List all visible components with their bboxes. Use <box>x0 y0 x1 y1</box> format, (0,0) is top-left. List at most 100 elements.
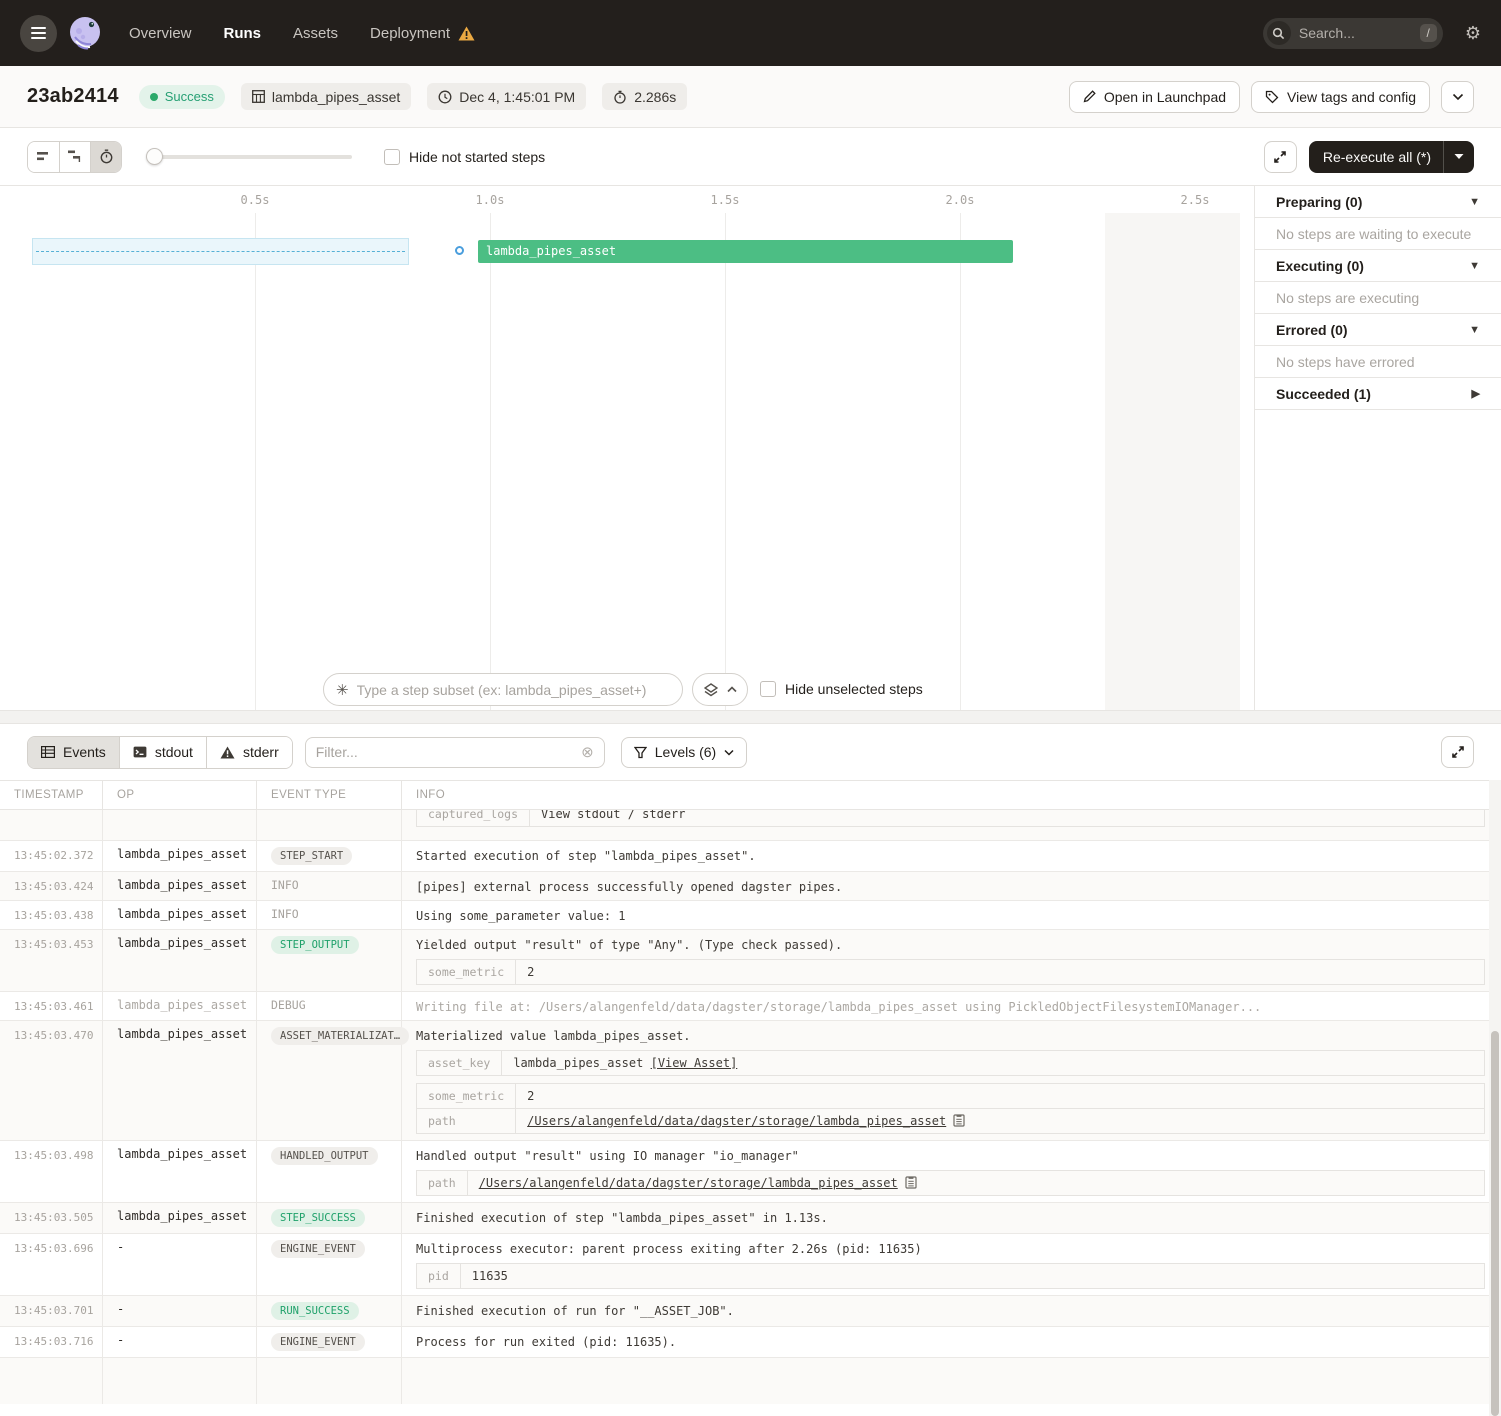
tab-events[interactable]: Events <box>28 737 119 768</box>
copy-icon[interactable] <box>953 1114 965 1127</box>
view-timed-icon[interactable] <box>90 142 121 172</box>
gantt-zoom-slider[interactable] <box>146 148 352 166</box>
timer-icon <box>613 90 627 104</box>
event-info-text: Writing file at: /Users/alangenfeld/data… <box>416 998 1489 1014</box>
axis-tick-label: 2.0s <box>946 193 975 207</box>
log-scrollbar-thumb[interactable] <box>1491 1031 1499 1416</box>
event-info-text: Using some_parameter value: 1 <box>416 907 1489 923</box>
settings-gear-icon[interactable]: ⚙ <box>1465 24 1481 42</box>
metadata-value: /Users/alangenfeld/data/dagster/storage/… <box>468 1171 1484 1195</box>
view-tags-config-button[interactable]: View tags and config <box>1251 81 1430 113</box>
tab-stdout[interactable]: stdout <box>119 737 206 768</box>
step-status-sidebar: Preparing (0)▼No steps are waiting to ex… <box>1254 186 1501 710</box>
event-log-table: TIMESTAMPOPEVENT TYPEINFO captured_logsV… <box>0 780 1501 1416</box>
event-type-badge: STEP_START <box>271 847 352 865</box>
panel-resize-handle[interactable] <box>0 710 1501 724</box>
event-row[interactable]: 13:45:03.505lambda_pipes_assetSTEP_SUCCE… <box>0 1203 1501 1234</box>
menu-button[interactable] <box>20 15 57 52</box>
event-info-text: Handled output "result" using IO manager… <box>416 1147 1489 1163</box>
job-name-chip[interactable]: lambda_pipes_asset <box>241 83 411 110</box>
log-filter-wrap: ⊗ <box>305 737 605 768</box>
metadata-label: asset_key <box>417 1051 502 1075</box>
event-op <box>103 810 257 840</box>
axis-tick-label: 1.5s <box>711 193 740 207</box>
event-timestamp: 13:45:03.505 <box>0 1203 103 1233</box>
dagster-logo-icon[interactable] <box>65 13 105 53</box>
header-more-actions-button[interactable] <box>1441 81 1474 113</box>
event-info-text: Finished execution of step "lambda_pipes… <box>416 1209 1489 1225</box>
view-waterfall-icon[interactable] <box>59 142 90 172</box>
event-info-cell: captured_logsView stdout / stderr <box>402 810 1501 840</box>
hide-unselected-checkbox[interactable]: Hide unselected steps <box>760 681 923 697</box>
open-in-launchpad-button[interactable]: Open in Launchpad <box>1069 81 1240 113</box>
event-row[interactable]: 13:45:03.696-ENGINE_EVENTMultiprocess ex… <box>0 1234 1501 1296</box>
axis-tick-label: 1.0s <box>476 193 505 207</box>
gantt-waiting-region <box>32 238 409 265</box>
event-info-cell: Yielded output "result" of type "Any". (… <box>402 930 1501 991</box>
event-row[interactable]: 13:45:03.470lambda_pipes_assetASSET_MATE… <box>0 1021 1501 1141</box>
event-op: lambda_pipes_asset <box>103 930 257 991</box>
event-timestamp: 13:45:02.372 <box>0 841 103 871</box>
event-row[interactable]: 13:45:03.701-RUN_SUCCESSFinished executi… <box>0 1296 1501 1327</box>
slider-knob[interactable] <box>146 148 163 165</box>
copy-icon[interactable] <box>905 1176 917 1189</box>
sidebar-section-executing[interactable]: Executing (0)▼ <box>1255 250 1501 282</box>
nav-link-overview[interactable]: Overview <box>129 25 192 42</box>
sidebar-section-errored[interactable]: Errored (0)▼ <box>1255 314 1501 346</box>
nav-link-assets[interactable]: Assets <box>293 25 338 42</box>
column-header-info: INFO <box>402 781 1501 809</box>
event-row[interactable]: 13:45:03.438lambda_pipes_assetINFO Using … <box>0 901 1501 930</box>
search-shortcut-key: / <box>1420 24 1437 42</box>
search-input[interactable]: Search... / <box>1263 18 1443 49</box>
log-filter-input[interactable] <box>316 744 581 760</box>
event-info-text: Process for run exited (pid: 11635). <box>416 1333 1489 1349</box>
metadata-row: captured_logsView stdout / stderr <box>417 810 1484 826</box>
nav-link-deployment[interactable]: Deployment <box>370 25 475 42</box>
event-row[interactable]: 13:45:03.716-ENGINE_EVENTProcess for run… <box>0 1327 1501 1358</box>
metadata-row: pid11635 <box>417 1264 1484 1288</box>
event-type-badge: STEP_SUCCESS <box>271 1209 365 1227</box>
metadata-path-link[interactable]: /Users/alangenfeld/data/dagster/storage/… <box>527 1114 946 1128</box>
step-subset-input[interactable] <box>357 682 670 698</box>
sidebar-section-preparing[interactable]: Preparing (0)▼ <box>1255 186 1501 218</box>
expand-icon <box>1273 150 1287 164</box>
event-row[interactable]: 13:45:03.424lambda_pipes_assetINFO[pipes… <box>0 872 1501 901</box>
event-info-text: Materialized value lambda_pipes_asset. <box>416 1027 1489 1043</box>
gantt-step-bar[interactable]: lambda_pipes_asset <box>478 240 1013 263</box>
event-row[interactable]: 13:45:02.372lambda_pipes_assetSTEP_START… <box>0 841 1501 872</box>
view-flat-icon[interactable] <box>28 142 59 172</box>
event-type-badge: ENGINE_EVENT <box>271 1333 365 1351</box>
nav-link-runs[interactable]: Runs <box>224 25 262 42</box>
metadata-path-link[interactable]: /Users/alangenfeld/data/dagster/storage/… <box>479 1176 898 1190</box>
event-type-cell: INFO <box>257 901 402 929</box>
caret-down-icon: ▼ <box>1469 196 1480 208</box>
tab-label: stdout <box>155 744 193 760</box>
re-execute-all-button[interactable]: Re-execute all (*) <box>1309 141 1474 173</box>
sidebar-section-succeeded[interactable]: Succeeded (1)▶ <box>1255 378 1501 410</box>
graph-options-button[interactable] <box>692 673 748 706</box>
metadata-table: path/Users/alangenfeld/data/dagster/stor… <box>416 1170 1485 1196</box>
event-info-cell: Writing file at: /Users/alangenfeld/data… <box>402 992 1501 1020</box>
event-row[interactable]: 13:45:03.461lambda_pipes_assetDEBUGWriti… <box>0 992 1501 1021</box>
tag-icon <box>1265 90 1279 104</box>
log-fullscreen-button[interactable] <box>1441 736 1474 768</box>
metadata-label: some_metric <box>417 1084 516 1108</box>
event-op: lambda_pipes_asset <box>103 901 257 929</box>
event-timestamp: 13:45:03.438 <box>0 901 103 929</box>
gantt-toolbar: Hide not started steps Re-execute all (*… <box>0 128 1501 185</box>
metadata-label: path <box>417 1108 516 1133</box>
tab-stderr[interactable]: stderr <box>206 737 292 768</box>
caret-right-icon: ▶ <box>1472 387 1480 400</box>
filter-clear-icon[interactable]: ⊗ <box>581 743 594 761</box>
gantt-fullscreen-button[interactable] <box>1264 141 1297 173</box>
event-type-badge: ENGINE_EVENT <box>271 1240 365 1258</box>
log-scrollbar[interactable] <box>1489 780 1501 1416</box>
hide-not-started-checkbox[interactable]: Hide not started steps <box>384 149 545 165</box>
event-row[interactable]: 13:45:03.453lambda_pipes_assetSTEP_OUTPU… <box>0 930 1501 992</box>
levels-dropdown[interactable]: Levels (6) <box>621 737 747 768</box>
re-execute-options-caret[interactable] <box>1443 141 1474 173</box>
view-asset-link[interactable]: [View Asset] <box>651 1056 738 1070</box>
event-row[interactable]: captured_logsView stdout / stderr <box>0 810 1501 841</box>
event-row[interactable]: 13:45:03.498lambda_pipes_assetHANDLED_OU… <box>0 1141 1501 1203</box>
chevron-down-icon <box>1452 93 1464 101</box>
